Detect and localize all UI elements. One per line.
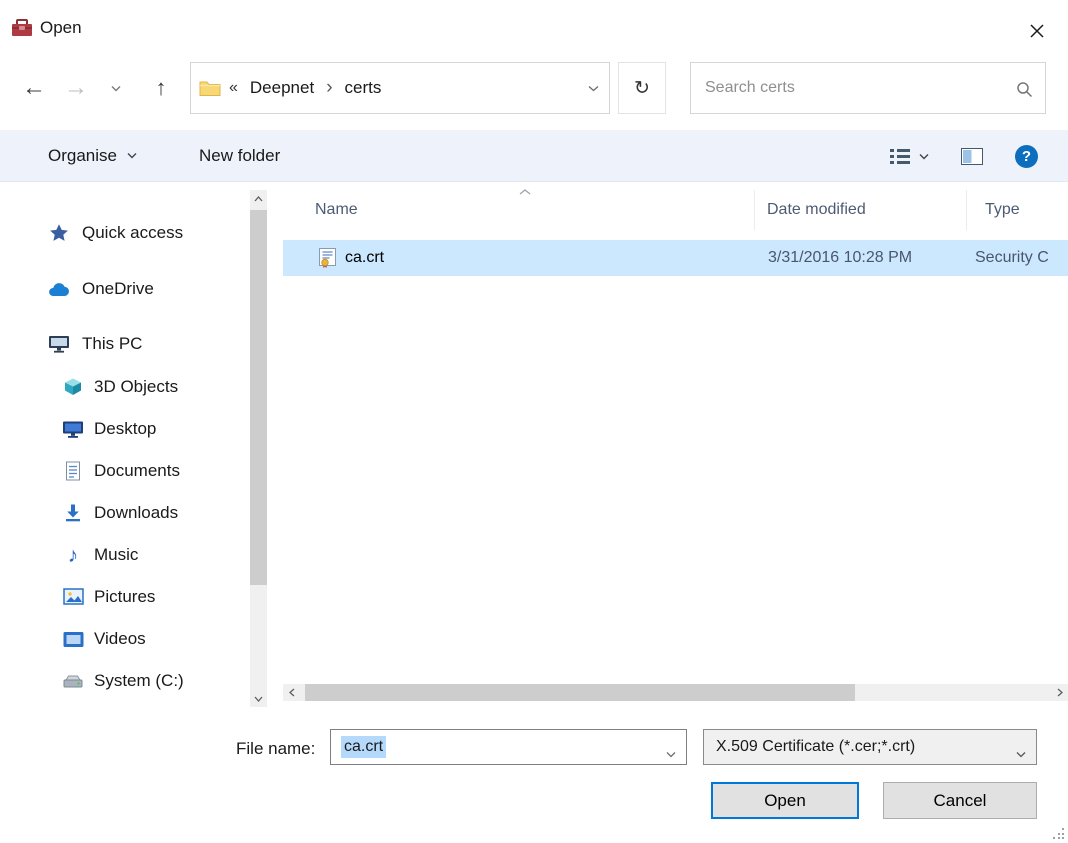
certificate-file-icon [317,248,338,269]
sidebar-item-documents[interactable]: Documents [0,450,250,492]
cancel-button[interactable]: Cancel [883,782,1037,819]
search-icon[interactable] [1016,81,1033,98]
dialog-footer: File name: ca.crt X.509 Certificate (*.c… [0,711,1068,843]
this-pc-monitor-icon [48,333,70,355]
breadcrumb-item-deepnet[interactable]: Deepnet [244,78,320,98]
sidebar-item-this-pc[interactable]: This PC [0,323,250,365]
file-name-label: File name: [236,739,315,759]
sidebar-item-label: Pictures [94,587,155,607]
column-header-date-modified[interactable]: Date modified [755,190,967,230]
desktop-icon [62,418,84,440]
sidebar-item-videos[interactable]: Videos [0,618,250,660]
content-area: Quick access OneDrive This PC 3D Objects [0,182,1068,711]
titlebar: Open [0,0,1068,56]
breadcrumb-overflow-chevrons[interactable]: « [229,79,238,97]
search-box [690,62,1046,114]
up-button[interactable]: ↑ [144,77,178,99]
onedrive-cloud-icon [48,278,70,300]
new-folder-button[interactable]: New folder [199,146,280,166]
search-input[interactable] [691,63,1045,113]
download-arrow-icon [62,502,84,524]
command-bar: Organise New folder ? [0,130,1068,182]
app-icon [10,18,34,38]
document-icon [62,460,84,482]
navigation-bar: ← → ↑ « Deepnet › certs ↻ [0,62,1068,114]
folder-icon [199,79,221,97]
close-icon [1029,23,1045,39]
sidebar-scrollbar[interactable] [250,190,267,707]
organise-label: Organise [48,146,117,166]
window-title: Open [40,18,82,38]
preview-pane-icon [961,148,983,165]
column-header-name[interactable]: Name [283,190,755,230]
sidebar-scrollbar-thumb[interactable] [250,210,267,585]
command-bar-right: ? [890,130,1068,182]
sidebar-item-label: Music [94,545,138,565]
file-name-value: ca.crt [341,736,386,758]
chevron-down-icon [127,152,137,159]
horizontal-scrollbar-thumb[interactable] [305,684,855,701]
sidebar-item-music[interactable]: ♪ Music [0,534,250,576]
sidebar-item-desktop[interactable]: Desktop [0,408,250,450]
hard-drive-icon [62,670,84,692]
resize-grip[interactable] [1052,827,1065,840]
help-button[interactable]: ? [1015,145,1038,168]
details-view-icon [890,148,910,164]
chevron-down-icon [919,153,929,160]
sidebar-item-label: This PC [82,334,142,354]
new-folder-label: New folder [199,146,280,166]
sidebar-item-label: Downloads [94,503,178,523]
file-type-dropdown-chevron-icon[interactable] [1016,745,1026,763]
close-button[interactable] [1024,18,1050,44]
picture-icon [62,586,84,608]
file-name-input[interactable]: ca.crt [330,729,687,765]
breadcrumb-separator-icon: › [320,77,338,99]
sidebar-item-label: 3D Objects [94,377,178,397]
sidebar-item-label: System (C:) [94,671,184,691]
recent-locations-chevron-icon[interactable] [108,85,124,92]
sidebar-item-quick-access[interactable]: Quick access [0,212,250,254]
organise-button[interactable]: Organise [48,146,137,166]
open-dialog: Open ← → ↑ « Deepnet › certs ↻ [0,0,1068,843]
sidebar-item-label: OneDrive [82,279,154,299]
sidebar-item-label: Desktop [94,419,156,439]
address-dropdown-chevron-icon[interactable] [577,63,609,113]
sidebar-item-system-c[interactable]: System (C:) [0,660,250,702]
sidebar-item-label: Quick access [82,223,183,243]
file-name-dropdown-chevron-icon[interactable] [666,745,676,763]
list-header: Name Date modified Type [283,190,1068,230]
quick-access-star-icon [48,222,70,244]
scroll-left-arrow[interactable] [283,684,300,701]
music-note-icon: ♪ [62,544,84,566]
file-type-value: X.509 Certificate (*.cer;*.crt) [716,738,915,756]
sidebar-item-label: Documents [94,461,180,481]
file-type-cell: Security C [975,240,1049,276]
scroll-down-arrow[interactable] [250,690,267,707]
file-list-pane: Name Date modified Type ca.crt 3/31/2016… [283,182,1068,711]
sidebar-item-pictures[interactable]: Pictures [0,576,250,618]
address-bar[interactable]: « Deepnet › certs [190,62,610,114]
preview-pane-button[interactable] [961,148,983,165]
file-type-select[interactable]: X.509 Certificate (*.cer;*.crt) [703,729,1037,765]
scroll-right-arrow[interactable] [1051,684,1068,701]
file-date-cell: 3/31/2016 10:28 PM [768,240,912,276]
sidebar-item-3d-objects[interactable]: 3D Objects [0,366,250,408]
sidebar-item-onedrive[interactable]: OneDrive [0,268,250,310]
sidebar-item-downloads[interactable]: Downloads [0,492,250,534]
file-row-ca-crt[interactable]: ca.crt 3/31/2016 10:28 PM Security C [283,240,1068,276]
horizontal-scrollbar[interactable] [283,684,1068,701]
column-header-type[interactable]: Type [967,190,1068,230]
scroll-up-arrow[interactable] [250,190,267,207]
views-button[interactable] [890,148,929,164]
file-name-cell: ca.crt [345,240,384,276]
open-button[interactable]: Open [711,782,859,819]
video-icon [62,628,84,650]
refresh-button[interactable]: ↻ [618,62,666,114]
3d-cube-icon [62,376,84,398]
breadcrumb-item-certs[interactable]: certs [339,78,388,98]
back-button[interactable]: ← [16,76,52,100]
sidebar-item-label: Videos [94,629,146,649]
forward-button[interactable]: → [58,76,94,100]
